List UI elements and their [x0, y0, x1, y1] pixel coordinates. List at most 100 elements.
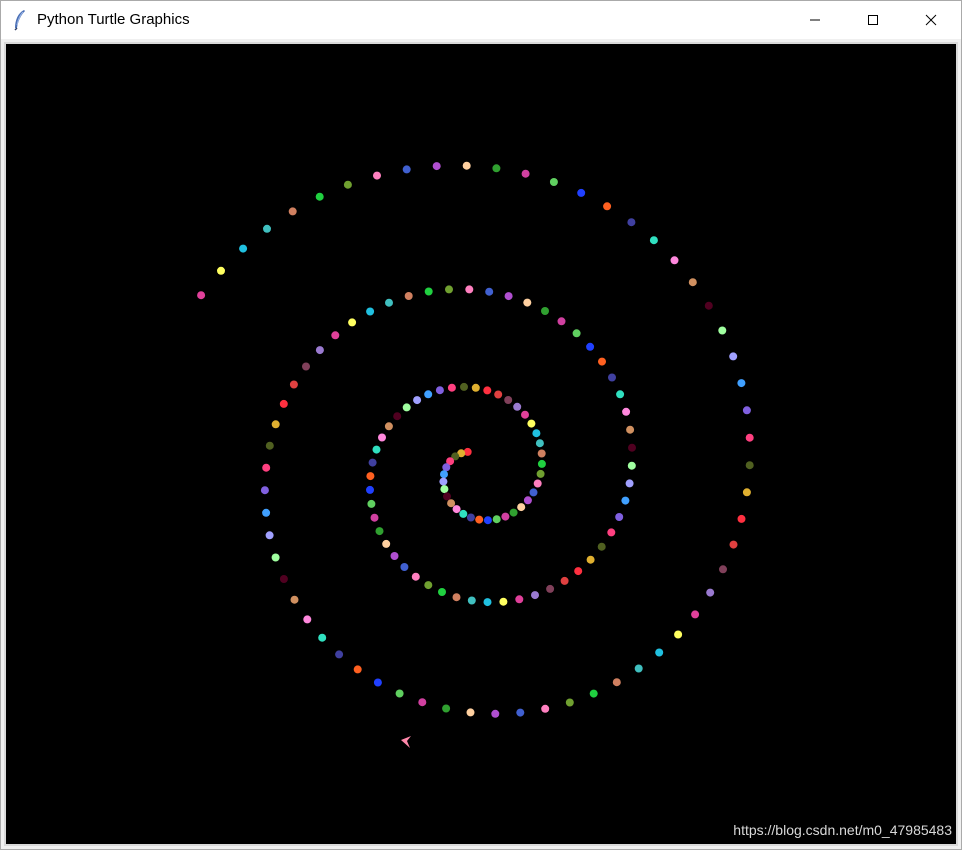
spiral-dot	[303, 615, 312, 624]
spiral-dot	[513, 402, 522, 411]
spiral-dot	[586, 342, 595, 351]
spiral-dot	[597, 542, 606, 551]
spiral-dot	[443, 492, 451, 501]
spiral-dot	[438, 588, 446, 596]
spiral-dot	[615, 513, 624, 521]
spiral-dot	[466, 513, 475, 522]
spiral-dot	[616, 390, 625, 399]
spiral-dot	[265, 531, 274, 540]
spiral-dot	[442, 704, 451, 713]
spiral-dot	[373, 678, 382, 687]
spiral-dot	[400, 563, 409, 571]
feather-icon	[12, 9, 28, 31]
spiral-dot	[315, 346, 324, 355]
spiral-dot	[589, 689, 598, 698]
spiral-dot	[688, 278, 697, 287]
spiral-dot	[532, 429, 541, 438]
spiral-dot	[271, 420, 280, 429]
spiral-dot	[439, 477, 448, 486]
spiral-dot	[737, 514, 746, 523]
spiral-dot	[557, 317, 566, 326]
spiral-dot	[370, 513, 379, 522]
spiral-dot	[745, 461, 754, 470]
close-button[interactable]	[902, 1, 960, 39]
spiral-dot	[529, 488, 538, 497]
spiral-dot	[435, 386, 444, 395]
spiral-dot	[537, 449, 546, 458]
spiral-dot	[737, 379, 746, 388]
canvas-frame: https://blog.csdn.net/m0_47985483	[4, 42, 958, 846]
spiral-dot	[492, 515, 501, 524]
turtle-canvas[interactable]: https://blog.csdn.net/m0_47985483	[6, 44, 956, 844]
spiral-dot	[627, 461, 636, 470]
spiral-dot	[627, 218, 636, 227]
spiral-dot	[466, 708, 475, 717]
maximize-button[interactable]	[844, 1, 902, 39]
spiral-dot	[290, 595, 299, 604]
spiral-dot	[279, 575, 288, 583]
spiral-dot	[384, 422, 393, 431]
title-bar[interactable]: Python Turtle Graphics	[1, 1, 961, 39]
spiral-dot	[706, 588, 715, 597]
spiral-dot	[527, 419, 536, 428]
spiral-dot	[541, 704, 550, 713]
spiral-dot	[521, 169, 530, 178]
spiral-dot	[402, 165, 411, 174]
spiral-dot	[335, 650, 344, 659]
spiral-dot	[691, 610, 700, 619]
spiral-dot	[447, 499, 456, 508]
spiral-dot	[366, 485, 374, 494]
spiral-dot	[499, 597, 508, 606]
spiral-drawing	[197, 161, 754, 748]
spiral-dot	[315, 192, 324, 201]
spiral-dot	[598, 357, 606, 366]
spiral-dot	[197, 291, 206, 300]
spiral-dot	[452, 593, 461, 602]
spiral-dot	[262, 463, 271, 472]
spiral-dot	[279, 399, 288, 408]
spiral-dot	[390, 552, 399, 560]
spiral-dot	[521, 410, 529, 419]
spiral-dot	[368, 458, 377, 467]
spiral-dot	[537, 459, 546, 468]
maximize-icon	[868, 15, 878, 25]
spiral-dot	[445, 285, 453, 294]
spiral-dot	[217, 266, 225, 275]
spiral-dot	[574, 567, 583, 576]
spiral-dot	[729, 540, 738, 549]
spiral-dot	[541, 307, 549, 315]
spiral-dot	[440, 470, 448, 479]
spiral-dot	[475, 515, 484, 524]
spiral-dot	[533, 479, 542, 488]
spiral-dot	[424, 390, 433, 399]
spiral-dot	[621, 496, 630, 505]
spiral-dot	[302, 362, 310, 371]
spiral-dot	[719, 565, 727, 574]
spiral-dot	[531, 591, 539, 600]
spiral-dot	[655, 648, 664, 657]
spiral-dot	[265, 441, 274, 450]
spiral-dot	[318, 633, 327, 642]
spiral-dot	[353, 665, 362, 674]
spiral-dot	[348, 318, 357, 327]
spiral-dot	[509, 508, 518, 517]
spiral-dot	[239, 244, 248, 253]
spiral-dot	[459, 509, 468, 518]
spiral-dot	[586, 555, 595, 564]
spiral-dot	[413, 396, 422, 405]
spiral-dot	[366, 472, 375, 481]
spiral-dot	[418, 698, 427, 707]
spiral-dot	[411, 572, 420, 581]
spiral-dot	[572, 329, 581, 338]
spiral-dot	[523, 496, 532, 505]
spiral-dot	[483, 386, 492, 395]
spiral-dot	[424, 287, 433, 296]
spiral-dot	[742, 488, 751, 497]
minimize-button[interactable]	[786, 1, 844, 39]
spiral-dot	[612, 678, 621, 687]
spiral-dot	[382, 539, 391, 548]
spiral-dot	[460, 382, 468, 391]
spiral-dot	[289, 380, 298, 389]
spiral-dot	[517, 503, 526, 512]
spiral-dot	[372, 445, 381, 454]
